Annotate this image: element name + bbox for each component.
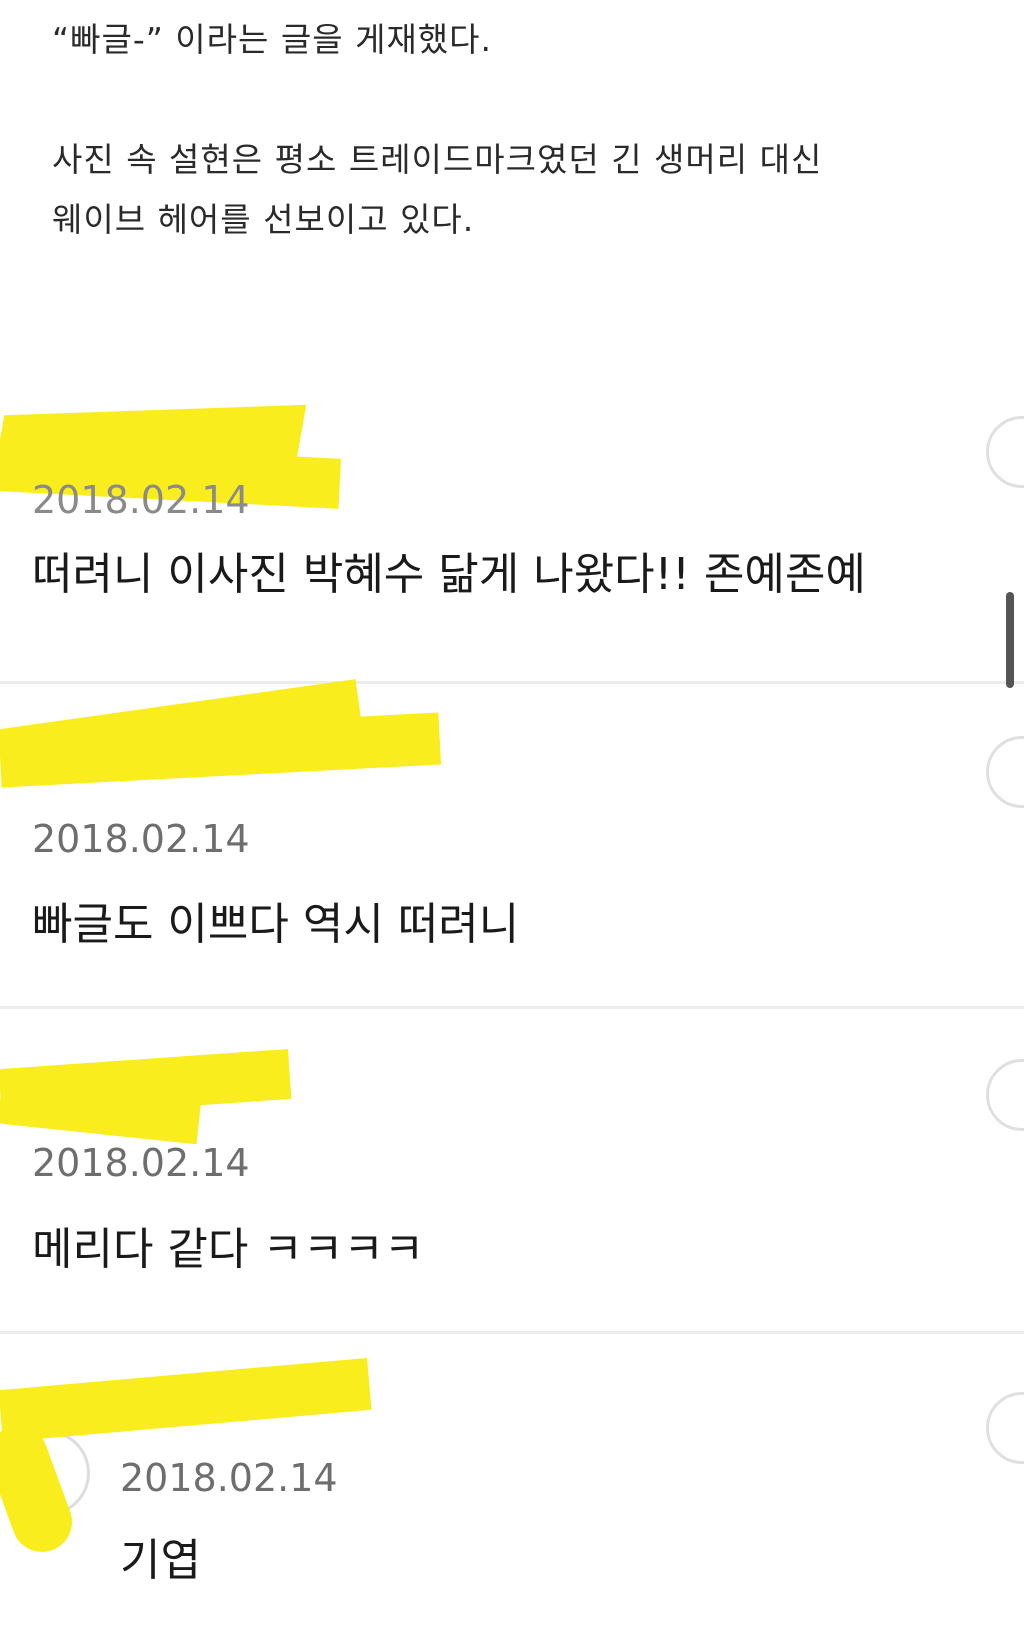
comment-menu-button[interactable] bbox=[986, 736, 1024, 808]
comment-date: 2018.02.14 bbox=[32, 817, 250, 861]
comment-menu-button[interactable] bbox=[986, 1392, 1024, 1464]
comment-text: 떠려니 이사진 박혜수 닮게 나왔다!! 존예존예 bbox=[32, 549, 866, 600]
comment-date: 2018.02.14 bbox=[32, 1141, 250, 1185]
comment-divider bbox=[0, 1331, 1024, 1334]
article-line: 사진 속 설현은 평소 트레이드마크였던 긴 생머리 대신 bbox=[52, 140, 823, 179]
comment-text: 메리다 같다 ㅋㅋㅋㅋ bbox=[32, 1224, 425, 1275]
comment-divider bbox=[0, 681, 1024, 684]
comment-text: 빠글도 이쁘다 역시 떠려니 bbox=[32, 899, 520, 950]
article-line: 웨이브 헤어를 선보이고 있다. bbox=[52, 200, 475, 239]
comment-menu-button[interactable] bbox=[986, 416, 1024, 488]
redacted-username bbox=[0, 1357, 372, 1443]
comment-text: 기엽 bbox=[120, 1535, 201, 1586]
comment-divider bbox=[0, 1006, 1024, 1009]
scrollbar[interactable] bbox=[1006, 592, 1014, 688]
comment-date: 2018.02.14 bbox=[32, 478, 250, 522]
article-line: “빠글-” 이라는 글을 게재했다. bbox=[52, 20, 493, 59]
comment-menu-button[interactable] bbox=[986, 1059, 1024, 1131]
comment-date: 2018.02.14 bbox=[120, 1456, 338, 1500]
